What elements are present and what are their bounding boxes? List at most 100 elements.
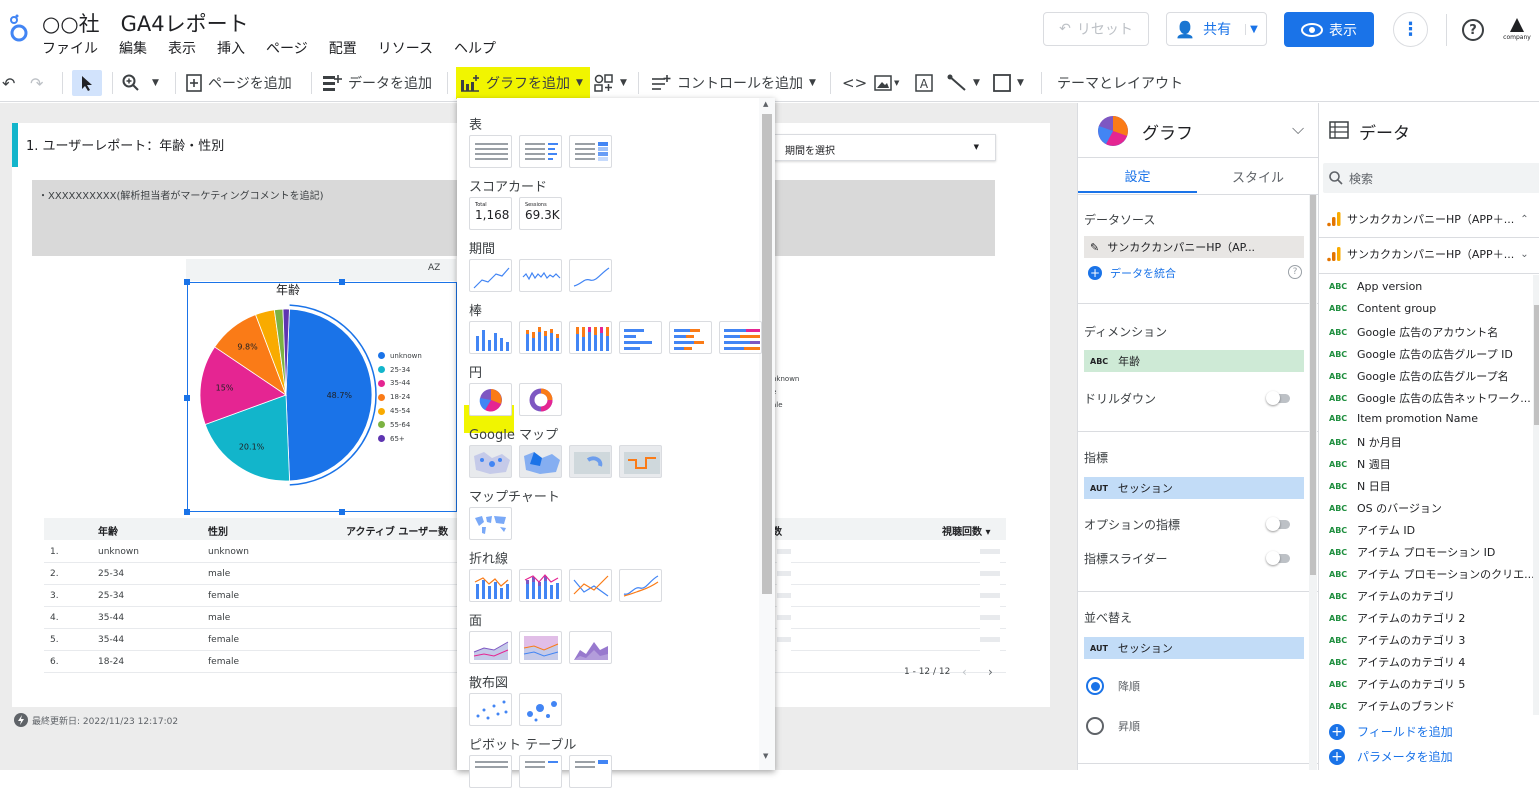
share-dropdown-icon[interactable]: ▼ xyxy=(1245,23,1258,35)
field-item[interactable]: ABC アイテムのブランド xyxy=(1329,698,1455,714)
field-search-input[interactable]: 検索 xyxy=(1323,163,1539,193)
add-control-button[interactable]: コントロールを追加 ▼ xyxy=(651,70,816,96)
field-item[interactable]: ABC アイテム プロモーション ID xyxy=(1329,544,1495,560)
col-gender[interactable]: 性別 xyxy=(208,523,228,538)
chart-type-line-map[interactable] xyxy=(619,445,662,478)
resize-handle[interactable] xyxy=(184,279,190,285)
legend-item[interactable]: 25-34 xyxy=(378,363,422,377)
field-item[interactable]: ABC アイテムのカテゴリ 5 xyxy=(1329,676,1465,692)
resize-handle[interactable] xyxy=(184,509,190,515)
data-source-item[interactable]: サンカクカンパニーHP（APP＋... ⌃ xyxy=(1327,211,1529,227)
undo-icon[interactable]: ↶ xyxy=(2,70,15,96)
add-component-button[interactable]: ▼ xyxy=(594,70,627,96)
add-page-button[interactable]: ページを追加 xyxy=(186,70,292,96)
col-age[interactable]: 年齢 xyxy=(98,523,118,538)
menu-view[interactable]: 表示 xyxy=(168,38,196,58)
gallery-scrollbar-thumb[interactable] xyxy=(762,114,772,594)
chart-type-bubble-map[interactable] xyxy=(469,445,512,478)
field-list-scrollbar[interactable] xyxy=(1533,275,1539,715)
chart-type-scorecard[interactable]: Total 1,168 xyxy=(469,197,512,230)
view-button[interactable]: 表示 xyxy=(1284,12,1374,47)
data-source-chip[interactable]: ✎ サンカクカンパニーHP（AP... xyxy=(1084,236,1304,258)
blend-data-button[interactable]: + データを統合 xyxy=(1088,265,1176,281)
more-options-icon[interactable]: ⋮ xyxy=(1393,12,1428,47)
pie-chart-type-icon[interactable] xyxy=(1096,114,1130,148)
chart-type-bubble[interactable] xyxy=(519,693,562,726)
shape-button[interactable]: ▼ xyxy=(993,70,1024,96)
chart-type-column[interactable] xyxy=(469,321,512,354)
collapse-icon[interactable]: ⌄ xyxy=(1520,249,1528,260)
chart-type-donut[interactable] xyxy=(519,383,562,416)
chart-type-table-bars[interactable] xyxy=(519,135,562,168)
chart-type-line-chart[interactable] xyxy=(569,569,612,602)
properties-scrollbar[interactable] xyxy=(1309,195,1317,770)
chart-type-table[interactable] xyxy=(469,135,512,168)
sort-az-icon[interactable]: AZ xyxy=(428,263,440,273)
field-item[interactable]: ABC Google 広告のアカウント名 xyxy=(1329,324,1498,340)
drilldown-toggle[interactable] xyxy=(1266,391,1292,405)
chart-type-stacked-column[interactable] xyxy=(519,321,562,354)
col-views[interactable]: 視聴回数 ▾ xyxy=(942,523,991,538)
add-parameter-button[interactable]: + パラメータを追加 xyxy=(1329,748,1453,765)
chart-type-area[interactable] xyxy=(469,631,512,664)
chart-type-pivot-table[interactable] xyxy=(469,755,512,788)
chart-type-100-stacked-area[interactable] xyxy=(569,631,612,664)
legend-item[interactable]: 35-44 xyxy=(378,377,422,391)
chart-type-pie[interactable] xyxy=(469,383,512,416)
field-item[interactable]: ABC N か月目 xyxy=(1329,434,1402,450)
metric-chip-sessions[interactable]: AUT セッション xyxy=(1084,477,1304,499)
zoom-button[interactable]: ▼ xyxy=(122,70,159,96)
chart-type-stacked-bar[interactable] xyxy=(669,321,712,354)
pie-chart-selected[interactable]: 年齢 48.7% 20.1% 15% 9.8% unknown 25-34 35-44 18… xyxy=(187,282,457,512)
tab-setup[interactable]: 設定 xyxy=(1078,159,1197,193)
field-item[interactable]: ABC OS のバージョン xyxy=(1329,500,1442,516)
metric-slider-toggle[interactable] xyxy=(1266,551,1292,565)
field-item[interactable]: ABC N 日目 xyxy=(1329,478,1391,494)
chart-type-100-stacked-bar[interactable] xyxy=(719,321,762,354)
add-field-button[interactable]: + フィールドを追加 xyxy=(1329,723,1453,740)
add-data-button[interactable]: データを追加 xyxy=(322,70,432,96)
prev-page-icon[interactable]: ‹ xyxy=(962,665,967,679)
field-item[interactable]: ABC Google 広告の広告ネットワーク... xyxy=(1329,390,1531,406)
menu-page[interactable]: ページ xyxy=(266,38,308,58)
chart-type-smoothed-time-series[interactable] xyxy=(569,259,612,292)
expand-icon[interactable]: ⌃ xyxy=(1520,214,1528,225)
resize-handle[interactable] xyxy=(184,395,190,401)
reset-button[interactable]: ↶ リセット xyxy=(1043,12,1149,46)
chart-type-heatmap-map[interactable] xyxy=(569,445,612,478)
select-pointer-icon[interactable] xyxy=(72,70,102,96)
sort-descending-radio[interactable]: 降順 xyxy=(1086,677,1140,695)
chart-type-table-heatmap[interactable] xyxy=(569,135,612,168)
field-item[interactable]: ABC Google 広告の広告グループ ID xyxy=(1329,346,1513,362)
share-button[interactable]: 👤 共有 ▼ xyxy=(1166,12,1267,46)
company-avatar[interactable]: company xyxy=(1502,16,1532,46)
menu-help[interactable]: ヘルプ xyxy=(454,38,496,58)
tab-style[interactable]: スタイル xyxy=(1198,159,1318,193)
gallery-scrollbar[interactable]: ▲ ▼ xyxy=(759,98,775,770)
chart-type-combo[interactable] xyxy=(469,569,512,602)
resize-handle[interactable] xyxy=(339,279,345,285)
field-item[interactable]: ABC アイテムのカテゴリ 4 xyxy=(1329,654,1465,670)
chart-type-scatter[interactable] xyxy=(469,693,512,726)
menu-resource[interactable]: リソース xyxy=(378,38,433,58)
chart-type-filled-map[interactable] xyxy=(519,445,562,478)
field-item[interactable]: ABC アイテム プロモーションのクリエ... xyxy=(1329,566,1535,582)
field-item[interactable]: ABC アイテムのカテゴリ 2 xyxy=(1329,610,1465,626)
field-item[interactable]: ABC Item promotion Name xyxy=(1329,412,1478,425)
sort-chip-sessions[interactable]: AUT セッション xyxy=(1084,637,1304,659)
chart-type-pivot-table-bars[interactable] xyxy=(519,755,562,788)
field-item[interactable]: ABC Google 広告の広告グループ名 xyxy=(1329,368,1509,384)
field-item[interactable]: ABC N 週目 xyxy=(1329,456,1391,472)
chart-type-scorecard-compact[interactable]: Sessions 69.3K xyxy=(519,197,562,230)
chart-type-stacked-area[interactable] xyxy=(519,631,562,664)
field-item[interactable]: ABC アイテム ID xyxy=(1329,522,1415,538)
legend-item[interactable]: 18-24 xyxy=(378,390,422,404)
resize-handle[interactable] xyxy=(339,509,345,515)
chart-type-geo-chart[interactable] xyxy=(469,507,512,540)
menu-insert[interactable]: 挿入 xyxy=(217,38,245,58)
next-page-icon[interactable]: › xyxy=(988,665,993,679)
optional-metrics-toggle[interactable] xyxy=(1266,517,1292,531)
chart-type-100-stacked-column[interactable] xyxy=(569,321,612,354)
chart-type-smoothed-line[interactable] xyxy=(619,569,662,602)
menu-file[interactable]: ファイル xyxy=(42,38,98,58)
